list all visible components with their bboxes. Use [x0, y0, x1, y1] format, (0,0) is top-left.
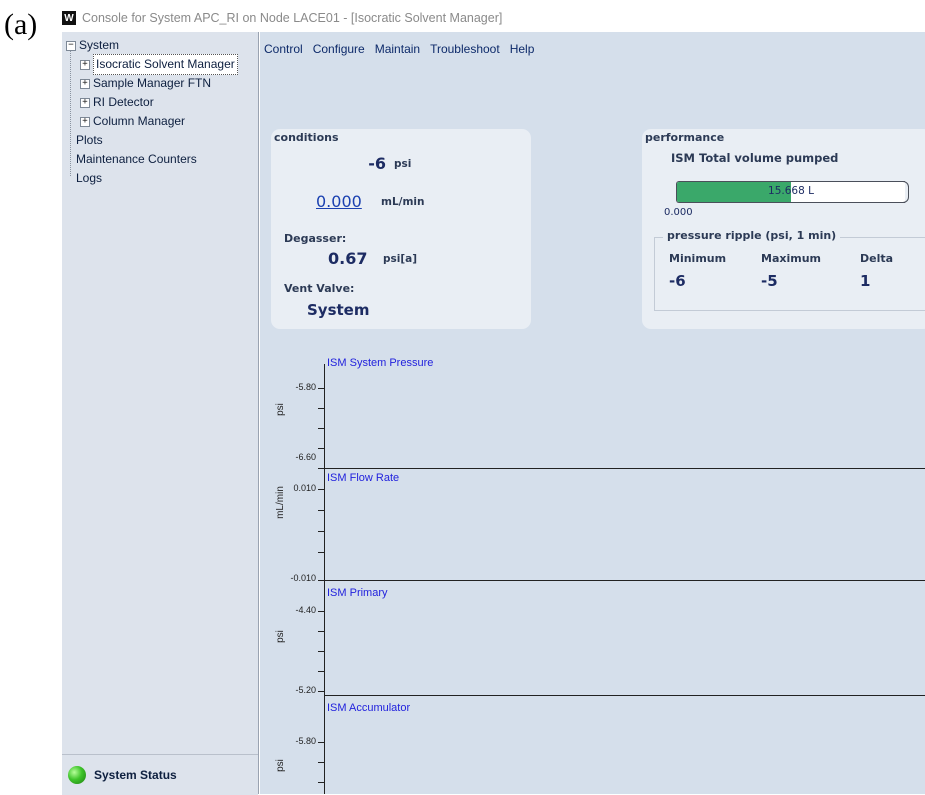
system-tree: − System + Isocratic Solvent Manager + S…: [66, 36, 238, 188]
plot-title: ISM System Pressure: [327, 357, 434, 369]
pressure-value: -6: [368, 154, 386, 173]
pressure-unit: psi: [394, 158, 412, 170]
tree-item-sample-manager-ftn[interactable]: + Sample Manager FTN: [66, 74, 238, 93]
pressure-ripple-title: pressure ripple (psi, 1 min): [663, 229, 841, 242]
tree-item-label: Column Manager: [93, 114, 186, 128]
main-content: Control Configure Maintain Troubleshoot …: [260, 32, 925, 794]
expand-icon[interactable]: +: [80, 97, 90, 108]
ripple-maximum-value: -5: [761, 272, 778, 290]
plot-flow-rate[interactable]: ISM Flow Rate 0.010 -0.010 mL/min: [260, 469, 925, 583]
degasser-value: 0.67: [328, 249, 368, 268]
y-tick-bottom: -5.20: [295, 685, 316, 695]
status-indicator-icon: [68, 766, 86, 784]
menu-bar: Control Configure Maintain Troubleshoot …: [264, 42, 534, 56]
volume-progress-text: 15.668 L: [768, 185, 814, 197]
flow-rate-value[interactable]: 0.000: [316, 192, 362, 211]
system-status-bar[interactable]: System Status: [62, 754, 258, 795]
tree-item-label: Maintenance Counters: [76, 152, 197, 166]
tree-item-plots[interactable]: Plots: [66, 131, 238, 150]
y-tick-top: 0.010: [293, 483, 316, 493]
conditions-panel: conditions -6 psi 0.000 mL/min Degasser:…: [271, 129, 531, 329]
tree-item-label: RI Detector: [93, 95, 154, 109]
tree-item-ri-detector[interactable]: + RI Detector: [66, 93, 238, 112]
tree-item-label: Plots: [76, 133, 103, 147]
expand-icon[interactable]: +: [80, 116, 90, 127]
tree-item-system[interactable]: − System: [66, 36, 238, 55]
app-icon: W: [62, 11, 76, 25]
plot-title: ISM Flow Rate: [327, 472, 400, 484]
degasser-unit: psi[a]: [383, 253, 418, 265]
tree-item-maintenance-counters[interactable]: Maintenance Counters: [66, 150, 238, 169]
performance-panel: performance ISM Total volume pumped 15.6…: [642, 129, 925, 329]
tree-item-label: System: [79, 38, 120, 52]
menu-troubleshoot[interactable]: Troubleshoot: [430, 42, 500, 56]
ripple-minimum-value: -6: [669, 272, 686, 290]
menu-control[interactable]: Control: [264, 42, 303, 56]
plot-title: ISM Accumulator: [327, 702, 411, 714]
ripple-delta-value: 1: [860, 272, 871, 290]
volume-pumped-label: ISM Total volume pumped: [671, 151, 839, 165]
collapse-icon[interactable]: −: [66, 40, 76, 51]
window-titlebar: W Console for System APC_RI on Node LACE…: [62, 8, 502, 28]
navigation-sidebar: − System + Isocratic Solvent Manager + S…: [62, 32, 259, 795]
tree-item-label: Sample Manager FTN: [93, 76, 212, 90]
degasser-label: Degasser:: [284, 232, 347, 245]
menu-help[interactable]: Help: [510, 42, 535, 56]
menu-maintain[interactable]: Maintain: [375, 42, 420, 56]
tree-item-column-manager[interactable]: + Column Manager: [66, 112, 238, 131]
pressure-ripple-group: pressure ripple (psi, 1 min) Minimum Max…: [654, 229, 925, 311]
trend-plots: ISM System Pressure -5.80 -6.60 psi ISM …: [260, 338, 925, 794]
vent-valve-label: Vent Valve:: [284, 282, 355, 295]
volume-progress-bar: 15.668 L: [676, 181, 905, 203]
tree-item-label: Isocratic Solvent Manager: [93, 54, 238, 75]
ripple-header-delta: Delta: [860, 252, 894, 265]
progress-bar-end-cap: [900, 181, 909, 203]
performance-title: performance: [645, 131, 725, 144]
conditions-title: conditions: [274, 131, 339, 144]
vent-valve-value: System: [307, 301, 370, 319]
tree-item-isocratic-solvent-manager[interactable]: + Isocratic Solvent Manager: [66, 54, 238, 75]
y-axis-label: psi: [274, 403, 286, 416]
ripple-header-maximum: Maximum: [761, 252, 821, 265]
volume-min-label: 0.000: [664, 207, 693, 218]
expand-icon[interactable]: +: [80, 78, 90, 89]
figure-label: (a): [4, 8, 38, 41]
tree-item-label: Logs: [76, 171, 103, 185]
system-status-label: System Status: [94, 768, 177, 782]
y-tick-bottom: -6.60: [295, 452, 316, 462]
flow-rate-unit: mL/min: [381, 196, 425, 208]
y-axis-label: psi: [274, 759, 286, 772]
tree-item-logs[interactable]: Logs: [66, 169, 238, 188]
y-tick-top: -4.40: [295, 605, 316, 615]
plot-primary[interactable]: ISM Primary -4.40 -5.20 psi: [260, 581, 925, 696]
ripple-header-minimum: Minimum: [669, 252, 727, 265]
y-axis-label: mL/min: [274, 486, 286, 519]
y-tick-top: -5.80: [295, 736, 316, 746]
menu-configure[interactable]: Configure: [313, 42, 365, 56]
y-axis-label: psi: [274, 630, 286, 643]
plot-title: ISM Primary: [327, 587, 388, 599]
plot-system-pressure[interactable]: ISM System Pressure -5.80 -6.60 psi: [260, 338, 925, 469]
window-title: Console for System APC_RI on Node LACE01…: [82, 11, 503, 25]
expand-icon[interactable]: +: [80, 59, 90, 70]
y-tick-top: -5.80: [295, 382, 316, 392]
plot-accumulator[interactable]: ISM Accumulator -5.80 psi: [260, 696, 925, 794]
